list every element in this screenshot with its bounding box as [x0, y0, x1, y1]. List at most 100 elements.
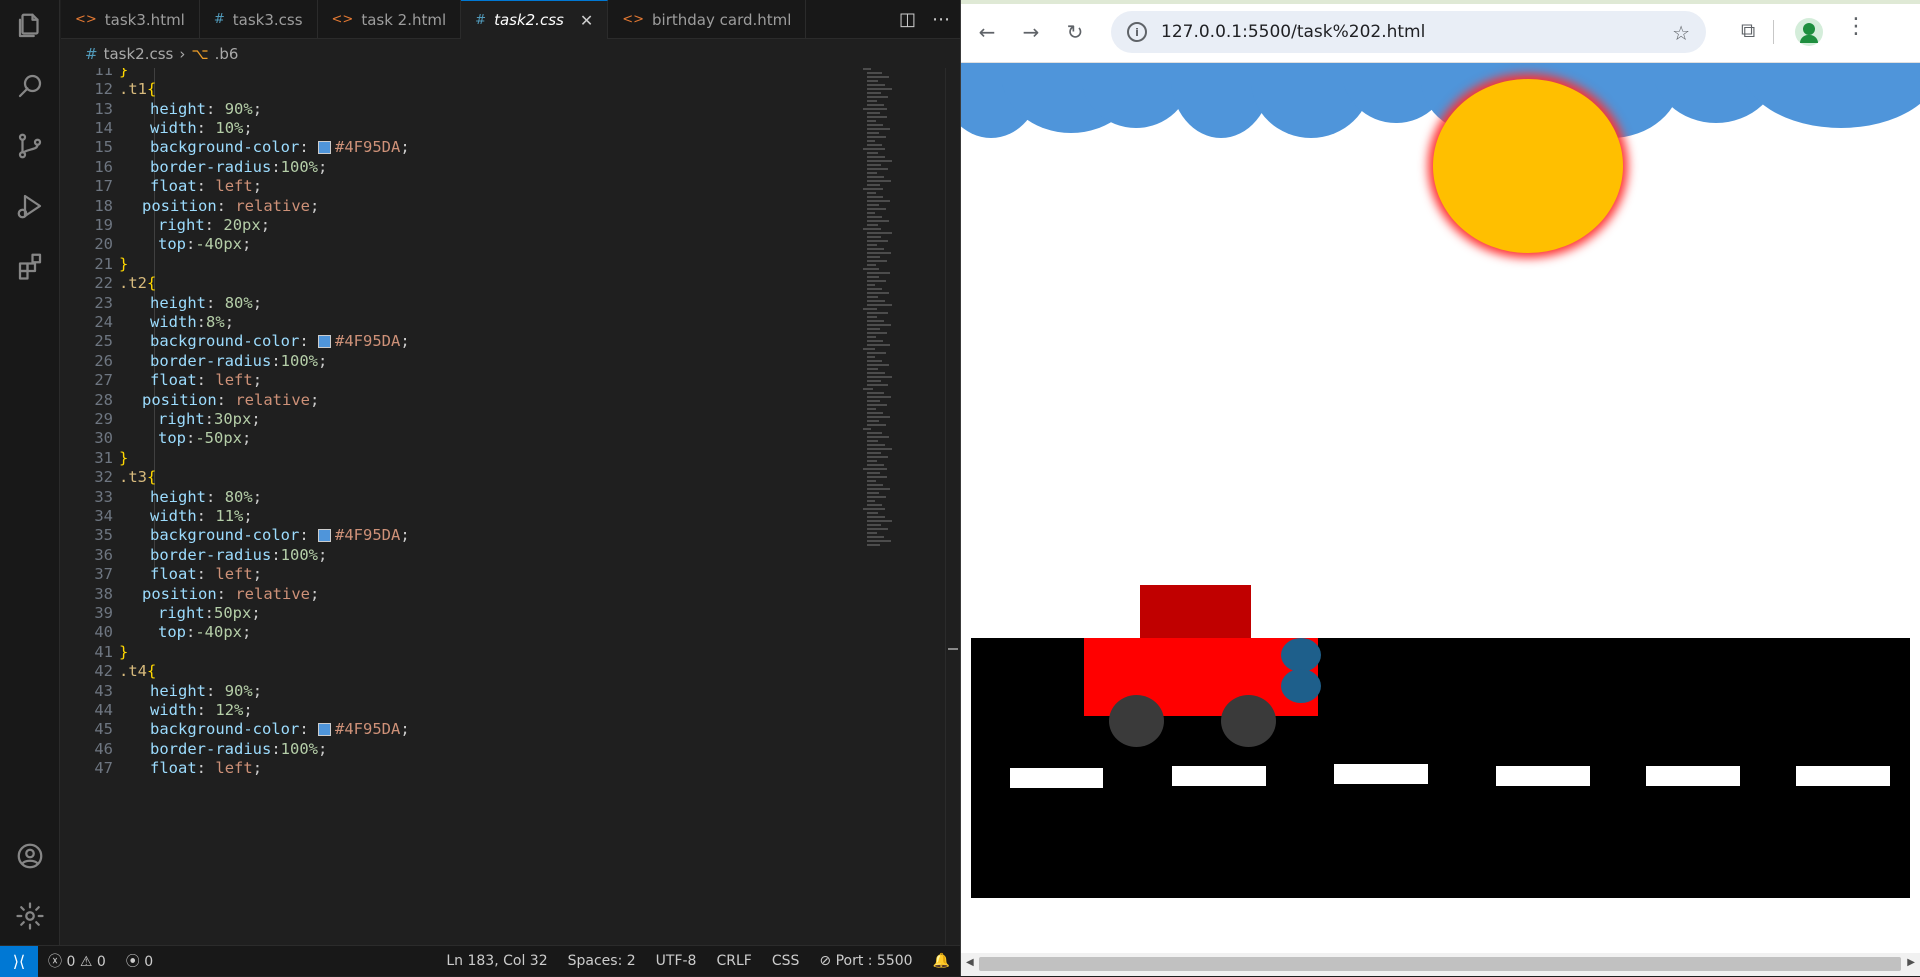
minimap-line [867, 284, 875, 286]
line-number: 18 [94, 196, 113, 215]
close-tab-icon[interactable]: ✕ [580, 11, 593, 30]
minimap-line [867, 460, 877, 462]
editor-scrollbar[interactable] [945, 68, 959, 945]
cursor-position[interactable]: Ln 183, Col 32 [436, 953, 557, 969]
split-editor-icon[interactable]: ◫ [899, 9, 916, 30]
minimap-line [867, 328, 880, 330]
page-horizontal-scrollbar[interactable]: ◀ ▶ [961, 953, 1920, 976]
source-control-icon[interactable] [12, 128, 48, 164]
minimap-line [867, 368, 878, 370]
line-number: 20 [94, 235, 113, 254]
explorer-icon[interactable] [12, 8, 48, 44]
line-number: 44 [94, 701, 113, 720]
minimap-line [863, 228, 881, 230]
minimap-line [867, 444, 885, 446]
minimap-line [867, 288, 882, 290]
more-actions-icon[interactable]: ⋯ [932, 9, 950, 30]
line-number: 32 [94, 468, 113, 487]
live-server-port[interactable]: ⊘ Port : 5500 [809, 953, 922, 969]
code-text: width:8%; [150, 313, 235, 332]
minimap-line [867, 504, 882, 506]
minimap-line [867, 120, 876, 122]
scroll-left-arrow-icon[interactable]: ◀ [966, 957, 974, 968]
scroll-right-arrow-icon[interactable]: ▶ [1907, 957, 1915, 968]
language-mode[interactable]: CSS [762, 953, 810, 969]
line-number: 29 [94, 410, 113, 429]
ports-indicator[interactable]: ⦿ 0 [116, 951, 163, 971]
minimap-line [867, 408, 876, 410]
minimap[interactable] [863, 68, 903, 548]
minimap-line [867, 132, 879, 134]
search-icon[interactable] [12, 68, 48, 104]
browser-menu-icon[interactable]: ⋮ [1845, 14, 1867, 39]
problems-indicator[interactable]: ⓧ 0 ⚠ 0 [38, 951, 116, 971]
end-of-line[interactable]: CRLF [706, 953, 761, 969]
back-arrow-icon[interactable]: ← [973, 18, 1001, 46]
code-text: border-radius:100%; [150, 157, 328, 176]
tab-label: task2.css [494, 11, 564, 29]
profile-avatar-icon[interactable] [1795, 18, 1823, 46]
status-bar: ⟩⟨ ⓧ 0 ⚠ 0 ⦿ 0 Ln 183, Col 32 Spaces: 2 … [0, 945, 960, 977]
breadcrumb-file[interactable]: task2.css [104, 45, 174, 63]
tab-task3-css[interactable]: # task3.css [200, 0, 318, 39]
tab-task2-css[interactable]: # task2.css ✕ [461, 0, 609, 39]
tab-task-2-html[interactable]: <> task 2.html [318, 0, 462, 39]
minimap-line [867, 536, 884, 538]
address-bar[interactable]: i 127.0.0.1:5500/task%202.html ☆ [1111, 11, 1706, 53]
indentation[interactable]: Spaces: 2 [558, 953, 646, 969]
code-text: right:30px; [158, 410, 261, 429]
editor-tab-bar: <> task3.html # task3.css <> task 2.html… [61, 0, 960, 39]
minimap-line [863, 348, 875, 350]
code-text: border-radius:100%; [150, 351, 328, 370]
code-text: height: 80%; [150, 293, 263, 312]
tab-label: task3.css [232, 10, 303, 29]
line-number: 42 [94, 662, 113, 681]
site-info-icon[interactable]: i [1127, 22, 1147, 42]
minimap-line [867, 532, 877, 534]
minimap-line [863, 148, 885, 150]
no-entry-icon: ⊘ [819, 953, 832, 969]
minimap-line [867, 124, 883, 126]
line-number: 13 [94, 99, 113, 118]
minimap-line [867, 436, 889, 438]
tab-birthday-card-html[interactable]: <> birthday card.html [608, 0, 807, 39]
minimap-line [867, 244, 877, 246]
minimap-line [867, 524, 881, 526]
line-number: 14 [94, 119, 113, 138]
code-editor[interactable]: 11} 12 .t1{13 height: 90%; 14 width: 10%; 15 ba… [61, 68, 960, 945]
settings-gear-icon[interactable] [12, 898, 48, 934]
minimap-line [867, 216, 882, 218]
accounts-icon[interactable] [12, 838, 48, 874]
code-text: border-radius:100%; [150, 739, 328, 758]
minimap-line [867, 280, 886, 282]
notifications-bell-icon[interactable]: 🔔 [923, 953, 960, 969]
line-number: 25 [94, 332, 113, 351]
error-icon: ⓧ [48, 954, 62, 970]
remote-indicator-icon[interactable]: ⟩⟨ [0, 945, 38, 977]
forward-arrow-icon[interactable]: → [1017, 18, 1045, 46]
encoding[interactable]: UTF-8 [646, 953, 707, 969]
error-count: 0 [66, 954, 76, 970]
minimap-line [867, 520, 892, 522]
extensions-icon[interactable] [12, 248, 48, 284]
minimap-line [867, 304, 892, 306]
bookmark-star-icon[interactable]: ☆ [1672, 21, 1690, 45]
breadcrumb-symbol[interactable]: .b6 [215, 45, 239, 63]
tab-task3-html[interactable]: <> task3.html [61, 0, 200, 39]
minimap-line [867, 352, 886, 354]
code-text: .t1{ [119, 80, 157, 99]
code-text: } [119, 642, 129, 661]
minimap-line [863, 428, 871, 430]
scrollbar-thumb[interactable] [979, 957, 1901, 971]
minimap-line [867, 420, 879, 422]
minimap-line [867, 480, 876, 482]
line-number: 47 [94, 759, 113, 778]
code-text: width: 10%; [150, 119, 253, 138]
extensions-puzzle-icon[interactable]: ⧉ [1741, 18, 1755, 42]
minimap-line [867, 156, 885, 158]
reload-icon[interactable]: ↻ [1061, 18, 1089, 46]
minimap-line [867, 448, 892, 450]
line-number: 27 [94, 371, 113, 390]
run-debug-icon[interactable] [12, 188, 48, 224]
code-text: border-radius:100%; [150, 545, 328, 564]
